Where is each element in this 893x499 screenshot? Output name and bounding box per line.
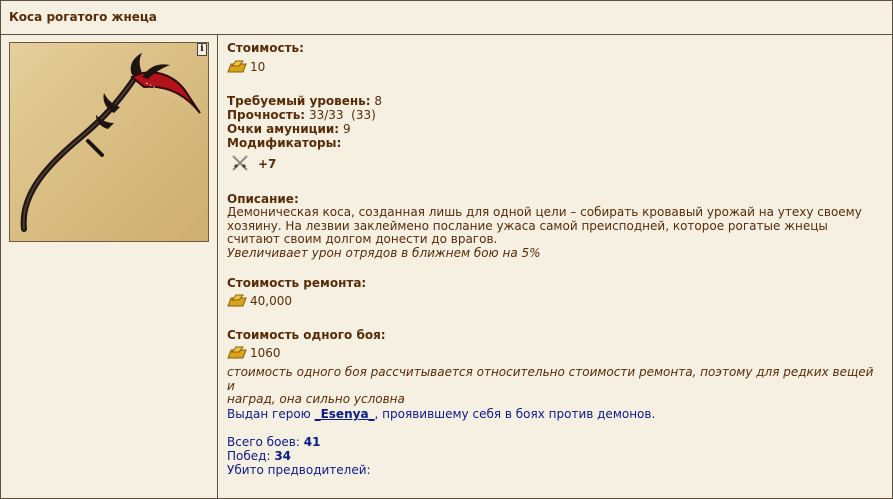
cost-row: 10 [227,60,265,74]
battle-cost-value: 1060 [250,346,281,360]
ammo-value: 9 [342,122,351,136]
note-line: стоимость одного боя рассчитывается отно… [227,365,874,393]
cost-label: Стоимость: [227,41,304,55]
issued-to: Выдан герою _Esenya_, проявившему себя в… [227,407,655,421]
item-panel: Коса рогатого жнеца i Стоимость: 10 Треб… [0,0,893,499]
level-label: Требуемый уровень: [227,94,371,108]
durability-label: Прочность: [227,108,306,122]
battle-cost-label: Стоимость одного боя: [227,328,386,342]
leaders-label: Убито предводителей: [227,463,371,477]
description-line: считают своим долгом донести до врагов. [227,232,498,246]
description-text: Демоническая коса, созданная лишь для од… [227,205,877,260]
ammo-label: Очки амуниции: [227,122,340,136]
description-label: Описание: [227,192,299,206]
item-image: i [9,42,209,242]
scythe-icon [20,53,201,232]
description-effect: Увеличивает урон отрядов в ближнем бою н… [227,245,541,260]
wins-value: 34 [274,449,292,463]
modifier-row: +7 [231,154,276,172]
item-details: Стоимость: 10 Требуемый уровень: 8 Прочн… [227,35,887,498]
cost-value: 10 [250,60,266,74]
repair-label: Стоимость ремонта: [227,276,367,290]
item-title: Коса рогатого жнеца [9,10,157,24]
modifier-value: +7 [258,157,277,171]
modifiers-label: Модификаторы: [227,136,342,150]
title-bar: Коса рогатого жнеца [1,1,892,35]
issued-prefix: Выдан герою [227,407,315,421]
note-line: наград, она сильно условна [227,392,405,406]
repair-value: 40,000 [250,294,292,308]
info-icon[interactable]: i [197,43,207,56]
durability-value: 33/33 (33) [308,108,376,122]
battle-cost-row: 1060 [227,346,281,360]
total-battles-value: 41 [303,435,321,449]
hero-link[interactable]: _Esenya_ [315,407,375,421]
crossed-swords-icon [232,155,248,171]
issued-suffix: , проявившему себя в боях против демонов… [374,407,656,421]
gold-coins-icon [227,294,247,307]
repair-row: 40,000 [227,294,292,308]
description-line: Демоническая коса, созданная лишь для од… [227,205,862,219]
total-battles-label: Всего боев: [227,435,304,449]
gold-coins-icon [227,60,247,73]
description-line: хозяину. На лезвии заклеймено послание у… [227,218,828,233]
image-column: i [1,35,218,498]
level-value: 8 [374,94,383,108]
battle-cost-note: стоимость одного боя рассчитывается отно… [227,365,877,407]
wins-label: Побед: [227,449,275,463]
gold-coins-icon [227,346,247,359]
